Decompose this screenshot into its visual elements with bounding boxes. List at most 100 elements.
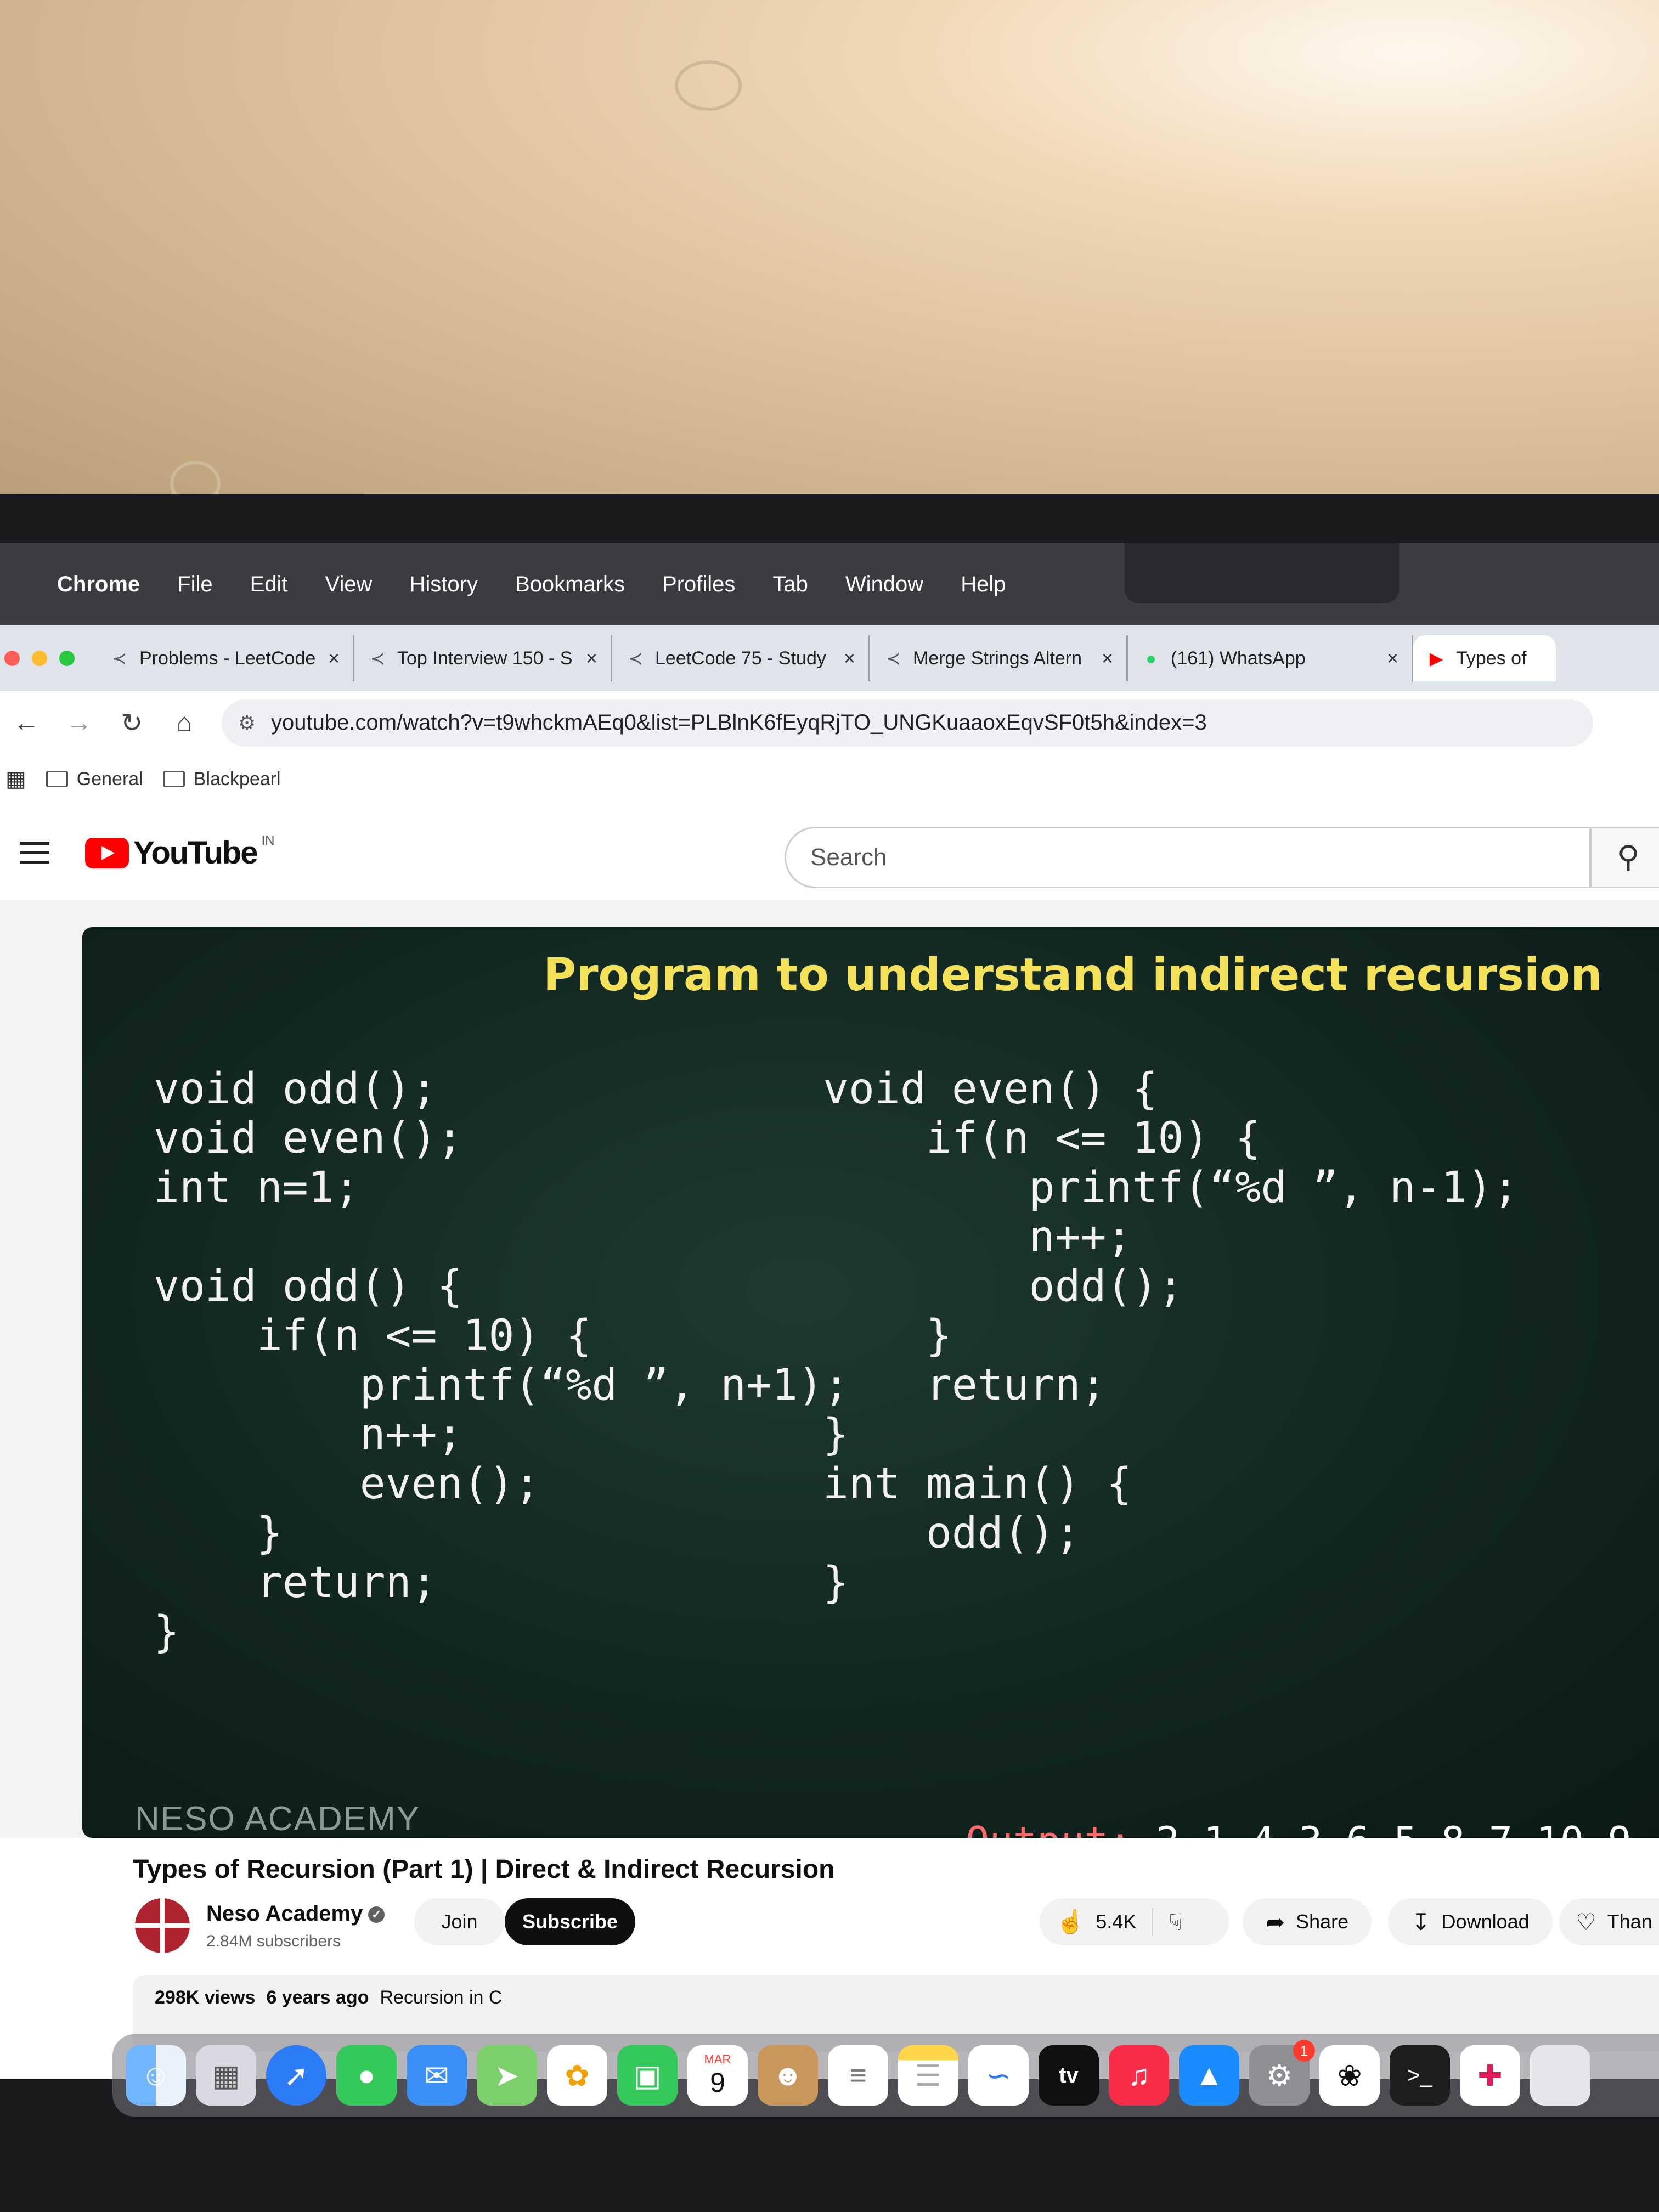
mail-icon[interactable]: ✉ — [407, 2045, 467, 2106]
program-output: Output: 2 1 4 3 6 5 8 7 10 9 — [823, 1772, 1632, 1838]
freeform-icon[interactable]: ∽ — [968, 2045, 1029, 2106]
close-tab-icon[interactable]: × — [1387, 647, 1398, 670]
tab-top-interview[interactable]: ≺ Top Interview 150 - S × — [354, 635, 612, 681]
close-tab-icon[interactable]: × — [328, 647, 340, 670]
reminders-icon[interactable]: ≡ — [828, 2045, 888, 2106]
minimize-window-button[interactable] — [32, 651, 47, 666]
menu-help[interactable]: Help — [942, 572, 1024, 597]
tab-problems-leetcode[interactable]: ≺ Problems - LeetCode × — [97, 635, 354, 681]
camera-notch — [1125, 543, 1399, 603]
playlist-tag[interactable]: Recursion in C — [380, 1987, 502, 2008]
verified-badge-icon: ✓ — [368, 1906, 385, 1923]
tab-title: Top Interview 150 - S — [397, 647, 573, 669]
notes-icon[interactable]: ☰ — [898, 2045, 958, 2106]
back-arrow-icon[interactable]: ← — [0, 708, 53, 738]
tab-whatsapp[interactable]: ● (161) WhatsApp × — [1128, 635, 1413, 681]
tab-title: (161) WhatsApp — [1171, 647, 1306, 669]
channel-avatar[interactable] — [135, 1898, 190, 1953]
tab-title: Problems - LeetCode — [139, 647, 316, 669]
download-icon: ↧ — [1411, 1909, 1431, 1935]
chatgpt-icon[interactable]: ❀ — [1319, 2045, 1380, 2106]
close-tab-icon[interactable]: × — [1102, 647, 1113, 670]
menu-app-name[interactable]: Chrome — [38, 572, 159, 597]
bookmark-folder-blackpearl[interactable]: Blackpearl — [162, 769, 281, 790]
video-player[interactable]: Program to understand indirect recursion… — [82, 927, 1659, 1838]
calendar-icon[interactable]: MAR 9 — [687, 2045, 748, 2106]
facetime-icon[interactable]: ▣ — [617, 2045, 678, 2106]
youtube-wordmark: YouTube — [133, 835, 258, 871]
calendar-month: MAR — [704, 2052, 731, 2066]
launchpad-icon[interactable]: ▦ — [196, 2045, 256, 2106]
home-icon[interactable]: ⌂ — [158, 708, 211, 738]
like-dislike-group: ☝ 5.4K ☟ — [1040, 1898, 1229, 1945]
channel-name[interactable]: Neso Academy ✓ — [206, 1901, 385, 1926]
blank-app-icon[interactable] — [1530, 2045, 1590, 2106]
menu-edit[interactable]: Edit — [232, 572, 307, 597]
window-controls — [0, 651, 97, 666]
macos-menubar: Chrome File Edit View History Bookmarks … — [0, 543, 1659, 625]
hamburger-menu-icon[interactable] — [20, 842, 49, 870]
like-count[interactable]: 5.4K — [1096, 1910, 1136, 1933]
terminal-icon[interactable]: >_ — [1390, 2045, 1450, 2106]
leetcode-icon: ≺ — [885, 648, 901, 668]
tab-title: Types of — [1456, 647, 1527, 669]
menu-profiles[interactable]: Profiles — [644, 572, 754, 597]
ceiling-background — [0, 0, 1659, 527]
photos-icon[interactable]: ✿ — [547, 2045, 607, 2106]
maps-icon[interactable]: ➤ — [477, 2045, 537, 2106]
forward-arrow-icon[interactable]: → — [53, 708, 105, 738]
bookmark-folder-general[interactable]: General — [46, 769, 143, 790]
safari-icon[interactable]: ➚ — [266, 2045, 326, 2106]
appstore-icon[interactable]: ▲ — [1179, 2045, 1239, 2106]
output-value: 2 1 4 3 6 5 8 7 10 9 — [1132, 1818, 1632, 1838]
youtube-logo[interactable]: YouTube IN — [85, 833, 275, 871]
download-label: Download — [1441, 1910, 1530, 1933]
thanks-heart-icon: ♡ — [1576, 1909, 1596, 1935]
apps-grid-icon[interactable]: ▦ — [5, 766, 26, 792]
thanks-label: Than — [1607, 1910, 1652, 1933]
menu-tab[interactable]: Tab — [754, 572, 827, 597]
menu-bookmarks[interactable]: Bookmarks — [496, 572, 644, 597]
download-button[interactable]: ↧ Download — [1388, 1898, 1553, 1945]
appletv-label: tv — [1059, 2063, 1079, 2087]
share-button[interactable]: ➦ Share — [1243, 1898, 1372, 1945]
close-tab-icon[interactable]: × — [844, 647, 855, 670]
search-icon[interactable]: ⚲ — [1590, 827, 1659, 888]
tab-leetcode-75[interactable]: ≺ LeetCode 75 - Study × — [612, 635, 870, 681]
bookmarks-bar: ▦ General Blackpearl — [0, 754, 1659, 805]
address-bar[interactable]: ⚙ youtube.com/watch?v=t9whckmAEq0&list=P… — [222, 699, 1593, 747]
appletv-icon[interactable]: tv — [1039, 2045, 1099, 2106]
menu-view[interactable]: View — [307, 572, 391, 597]
menu-file[interactable]: File — [159, 572, 231, 597]
finder-icon[interactable]: ☺ — [126, 2045, 186, 2106]
join-button[interactable]: Join — [414, 1898, 505, 1945]
reload-icon[interactable]: ↻ — [105, 708, 158, 738]
thanks-button[interactable]: ♡ Than — [1559, 1898, 1659, 1945]
close-tab-icon[interactable]: × — [586, 647, 597, 670]
calendar-day: 9 — [710, 2067, 725, 2098]
slack-icon[interactable]: ✚ — [1460, 2045, 1520, 2106]
contacts-icon[interactable]: ☻ — [758, 2045, 818, 2106]
thumbs-down-icon[interactable]: ☟ — [1169, 1909, 1183, 1936]
tab-youtube-active[interactable]: ▶ Types of — [1413, 635, 1556, 681]
music-icon[interactable]: ♫ — [1109, 2045, 1169, 2106]
country-code: IN — [261, 833, 275, 848]
whatsapp-icon: ● — [1146, 648, 1156, 668]
messages-icon[interactable]: ● — [336, 2045, 397, 2106]
folder-icon — [46, 771, 68, 787]
youtube-icon: ▶ — [1429, 648, 1443, 668]
screen: Chrome File Edit View History Bookmarks … — [0, 543, 1659, 2079]
zoom-window-button[interactable] — [59, 651, 75, 666]
settings-icon[interactable]: ⚙ 1 — [1249, 2040, 1315, 2106]
tab-merge-strings[interactable]: ≺ Merge Strings Altern × — [870, 635, 1128, 681]
view-count: 298K views — [155, 1987, 256, 2008]
menu-window[interactable]: Window — [827, 572, 942, 597]
site-settings-icon[interactable]: ⚙ — [238, 712, 271, 735]
url-text: youtube.com/watch?v=t9whckmAEq0&list=PLB… — [271, 710, 1207, 735]
search-input[interactable]: Search — [785, 827, 1591, 888]
close-window-button[interactable] — [4, 651, 20, 666]
thumbs-up-icon[interactable]: ☝ — [1056, 1909, 1085, 1936]
menu-history[interactable]: History — [391, 572, 496, 597]
subscribe-button[interactable]: Subscribe — [505, 1898, 635, 1945]
leetcode-icon: ≺ — [112, 648, 127, 668]
